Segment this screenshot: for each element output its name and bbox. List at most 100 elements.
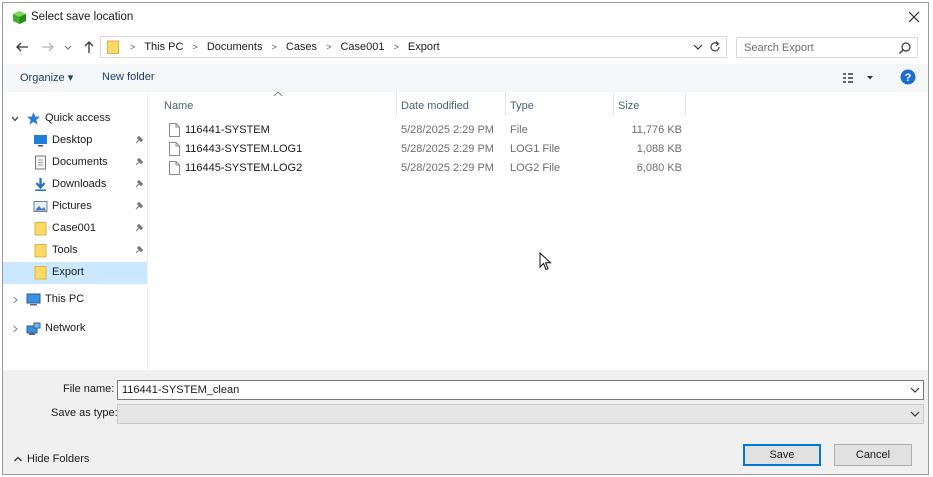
nav-item-documents[interactable]: Documents xyxy=(3,152,147,174)
folder-icon xyxy=(34,244,47,258)
cancel-button[interactable]: Cancel xyxy=(834,444,912,466)
column-header-size[interactable]: Size xyxy=(613,97,685,117)
forward-arrow-icon[interactable] xyxy=(39,38,57,56)
pin-icon xyxy=(135,135,144,144)
file-date: 5/28/2025 2:29 PM xyxy=(401,124,494,136)
save-options-panel: File name: 116441-SYSTEM_clean Save as t… xyxy=(3,370,928,474)
search-input[interactable]: Search Export xyxy=(736,37,918,58)
nav-this-pc[interactable]: This PC xyxy=(3,289,147,311)
new-folder-button[interactable]: New folder xyxy=(102,71,155,83)
help-icon[interactable]: ? xyxy=(900,69,916,85)
pane-divider[interactable] xyxy=(147,92,148,370)
nav-item-case001[interactable]: Case001 xyxy=(3,218,147,240)
pin-icon xyxy=(135,179,144,188)
chevron-up-icon xyxy=(14,456,22,462)
chevron-right-icon: > xyxy=(326,42,332,52)
close-icon[interactable] xyxy=(905,8,923,26)
nav-item-pictures[interactable]: Pictures xyxy=(3,196,147,218)
nav-network-label: Network xyxy=(45,322,86,334)
mouse-pointer-icon xyxy=(539,252,552,271)
file-row[interactable]: 116445-SYSTEM.LOG2 5/28/2025 2:29 PM LOG… xyxy=(163,159,688,178)
file-size: 6,080 KB xyxy=(636,162,682,174)
nav-item-export[interactable]: Export xyxy=(3,262,147,284)
file-icon xyxy=(169,161,180,175)
nav-item-label: Case001 xyxy=(52,222,97,234)
up-arrow-icon[interactable] xyxy=(80,38,98,56)
nav-item-label: Tools xyxy=(52,244,78,256)
change-view-icon[interactable] xyxy=(841,70,877,86)
nav-item-downloads[interactable]: Downloads xyxy=(3,174,147,196)
column-header-label: Date modified xyxy=(401,100,469,112)
nav-this-pc-label: This PC xyxy=(45,293,85,305)
file-row[interactable]: 116443-SYSTEM.LOG1 5/28/2025 2:29 PM LOG… xyxy=(163,140,688,159)
chevron-right-icon: > xyxy=(192,42,198,52)
downloads-icon xyxy=(35,178,46,191)
title-bar: Select save location xyxy=(3,3,928,33)
chevron-right-icon[interactable] xyxy=(10,295,20,305)
breadcrumb-export[interactable]: Export xyxy=(408,41,440,53)
computer-icon xyxy=(26,293,41,306)
file-size: 1,088 KB xyxy=(636,143,682,155)
breadcrumb: > This PC > Documents > Cases > Case001 … xyxy=(124,41,440,53)
breadcrumb-this-pc[interactable]: This PC xyxy=(144,41,183,53)
file-row[interactable]: 116441-SYSTEM 5/28/2025 2:29 PM File 11,… xyxy=(163,121,688,140)
breadcrumb-cases[interactable]: Cases xyxy=(286,41,317,53)
file-name-input[interactable]: 116441-SYSTEM_clean xyxy=(117,380,924,400)
network-icon xyxy=(26,322,41,335)
recent-locations-chevron-icon[interactable] xyxy=(62,38,74,56)
file-name-label: File name: xyxy=(63,383,115,395)
breadcrumb-documents[interactable]: Documents xyxy=(207,41,263,53)
pictures-icon xyxy=(33,201,48,212)
command-bar: Organize ▾ New folder ? xyxy=(3,64,928,92)
pin-icon xyxy=(135,245,144,254)
organize-button[interactable]: Organize ▾ xyxy=(20,71,73,84)
nav-network[interactable]: Network xyxy=(3,318,147,340)
address-bar[interactable]: > This PC > Documents > Cases > Case001 … xyxy=(100,36,727,58)
chevron-right-icon[interactable] xyxy=(10,324,20,334)
breadcrumb-case001[interactable]: Case001 xyxy=(340,41,384,53)
search-icon[interactable] xyxy=(898,41,912,55)
hide-folders-button[interactable]: Hide Folders xyxy=(13,453,89,465)
column-header-label: Size xyxy=(618,100,640,112)
back-arrow-icon[interactable] xyxy=(13,38,31,56)
nav-item-label: Downloads xyxy=(52,178,107,190)
save-button[interactable]: Save xyxy=(743,444,821,466)
nav-item-desktop[interactable]: Desktop xyxy=(3,130,147,152)
save-as-type-select[interactable] xyxy=(117,404,924,424)
search-placeholder: Search Export xyxy=(744,42,814,54)
file-date: 5/28/2025 2:29 PM xyxy=(401,162,494,174)
column-header-name[interactable]: Name xyxy=(159,97,396,117)
svg-text:?: ? xyxy=(905,72,912,84)
file-icon xyxy=(169,123,180,137)
chevron-down-icon[interactable] xyxy=(10,114,20,124)
address-dropdown-icon[interactable] xyxy=(691,40,705,54)
chevron-right-icon: > xyxy=(130,42,136,52)
pin-icon xyxy=(135,201,144,210)
column-header-type[interactable]: Type xyxy=(505,97,613,117)
nav-item-label: Desktop xyxy=(52,134,93,146)
chevron-down-icon[interactable] xyxy=(909,385,921,395)
chevron-right-icon: > xyxy=(271,42,277,52)
column-header-date-modified[interactable]: Date modified xyxy=(396,97,505,117)
save-as-type-label: Save as type: xyxy=(51,407,118,419)
hide-folders-label: Hide Folders xyxy=(27,453,90,465)
folder-icon xyxy=(107,40,119,54)
file-name: 116443-SYSTEM.LOG1 xyxy=(185,143,303,155)
nav-item-tools[interactable]: Tools xyxy=(3,240,147,262)
save-dialog: Select save location > This PC > Documen… xyxy=(2,2,929,475)
file-type: LOG1 File xyxy=(510,143,561,155)
refresh-icon[interactable] xyxy=(708,40,722,54)
nav-quick-access[interactable]: Quick access xyxy=(3,108,147,130)
star-icon xyxy=(27,112,40,125)
nav-quick-access-label: Quick access xyxy=(45,112,111,124)
pin-icon xyxy=(135,223,144,232)
folder-icon xyxy=(34,266,47,280)
column-divider[interactable] xyxy=(685,92,686,116)
navigation-pane: Quick access Desktop Documents Downloads… xyxy=(3,92,147,370)
documents-icon xyxy=(35,155,46,170)
nav-item-label: Documents xyxy=(52,156,108,168)
chevron-right-icon: > xyxy=(393,42,399,52)
chevron-down-icon[interactable] xyxy=(909,409,921,419)
pin-icon xyxy=(135,157,144,166)
file-name: 116445-SYSTEM.LOG2 xyxy=(185,162,303,174)
